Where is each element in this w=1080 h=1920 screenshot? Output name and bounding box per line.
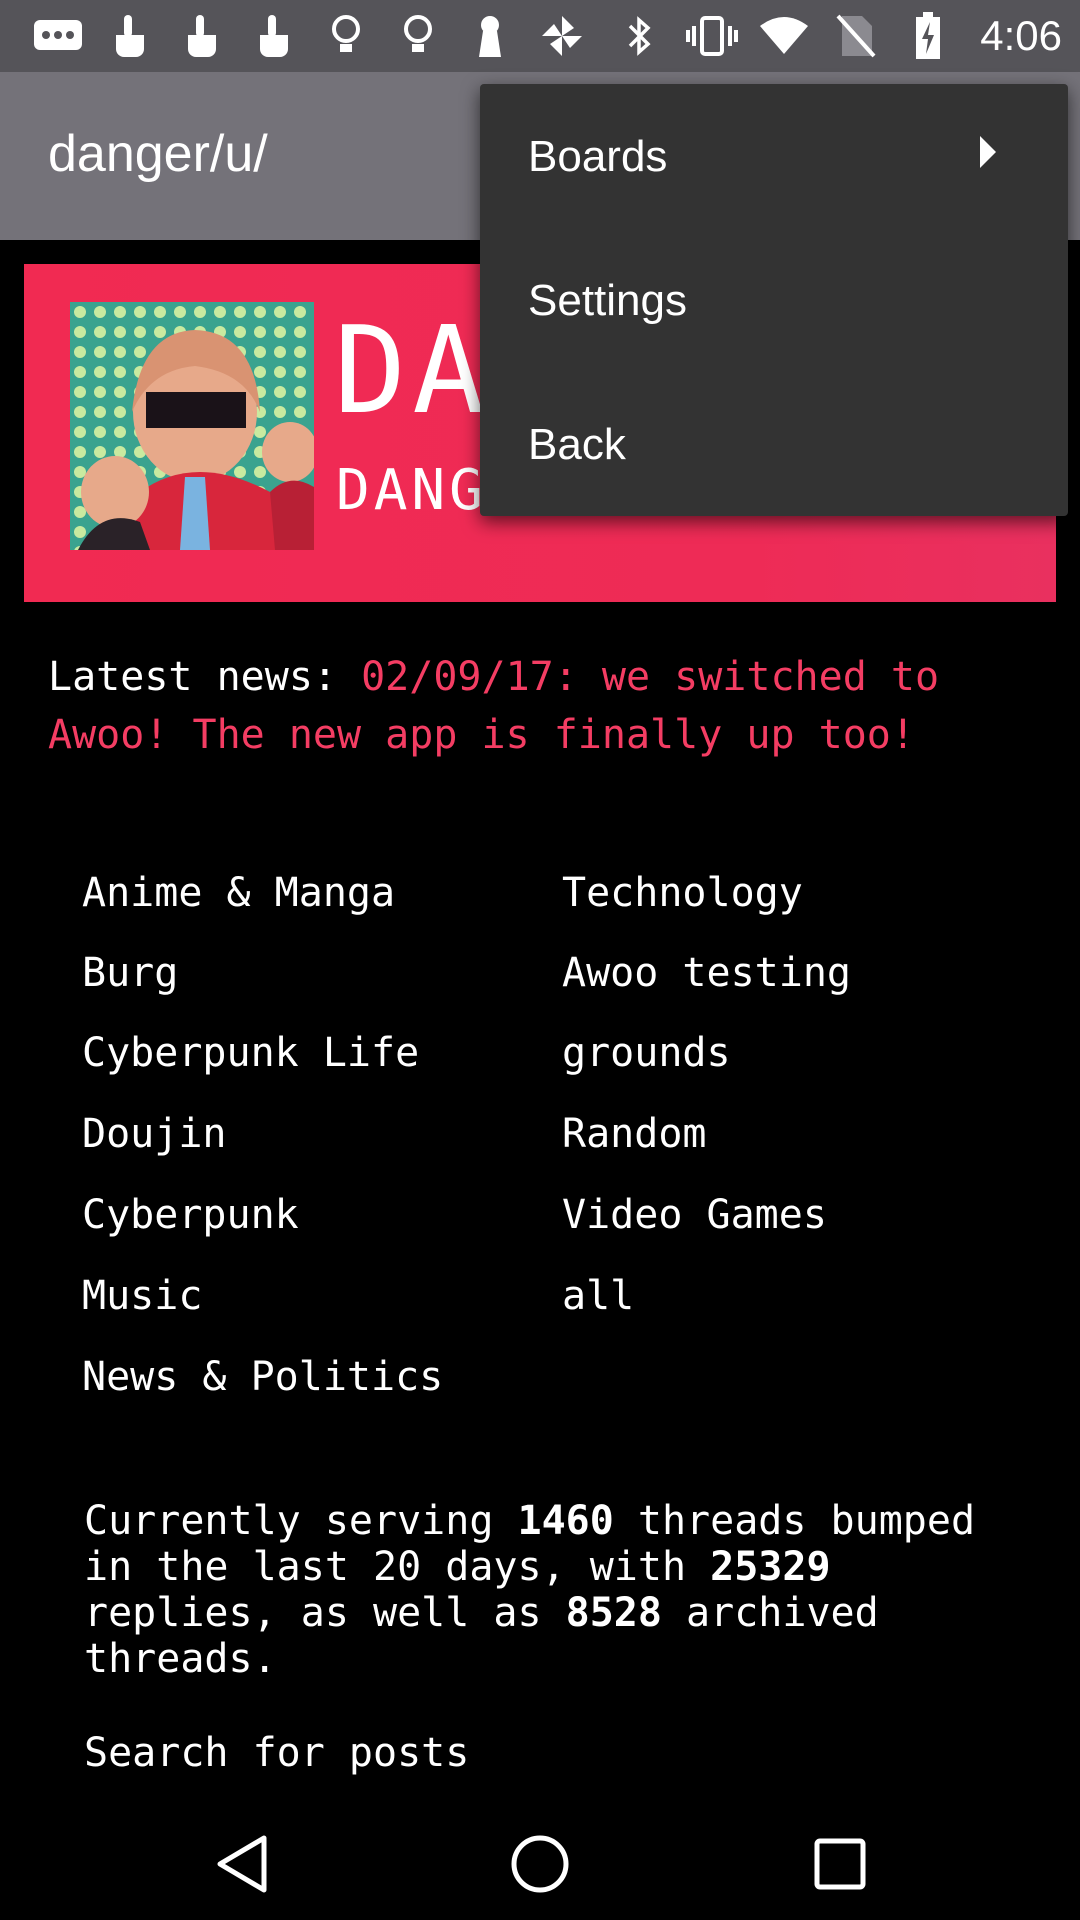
recents-icon[interactable] <box>780 1822 900 1906</box>
menu-item-settings[interactable]: Settings <box>480 228 1068 372</box>
archived-count: 8528 <box>565 1590 662 1636</box>
home-icon[interactable] <box>480 1822 600 1906</box>
menu-item-label: Back <box>528 420 626 469</box>
keyhole-icon <box>454 0 526 72</box>
board-link[interactable]: Random <box>562 1111 707 1157</box>
menu-item-boards[interactable]: Boards <box>480 84 1068 228</box>
board-link[interactable]: News & Politics <box>82 1354 443 1400</box>
navigation-bar <box>0 1808 1080 1920</box>
search-posts-link[interactable]: Search for posts <box>84 1730 469 1776</box>
system-icons: 4:06 <box>604 0 1062 72</box>
overflow-menu: Boards Settings Back <box>480 84 1068 516</box>
thread-count: 1460 <box>517 1498 614 1544</box>
stats-text: Currently serving <box>84 1498 518 1544</box>
banner-title: DA <box>334 302 491 441</box>
mascot-image <box>70 302 318 550</box>
touch-icon <box>94 0 166 72</box>
vibrate-icon <box>676 0 748 72</box>
menu-item-label: Boards <box>528 132 668 181</box>
menu-item-label: Settings <box>528 276 687 325</box>
touch-icon <box>238 0 310 72</box>
status-bar: 4:06 <box>0 0 1080 72</box>
site-stats: Currently serving 1460 threads bumped in… <box>84 1498 1024 1682</box>
board-link[interactable]: Video Games <box>562 1192 827 1238</box>
bluetooth-icon <box>604 0 676 72</box>
pinwheel-icon <box>526 0 598 72</box>
no-sim-icon <box>820 0 892 72</box>
stats-text: replies, as well as <box>84 1590 566 1636</box>
board-link[interactable]: Awoo testing <box>562 950 851 996</box>
reply-count: 25329 <box>710 1544 831 1590</box>
banner-subtitle: DANG <box>336 458 487 523</box>
bulb-icon <box>382 0 454 72</box>
bulb-icon <box>310 0 382 72</box>
battery-charging-icon <box>892 0 964 72</box>
latest-news: Latest news: 02/09/17: we switched to Aw… <box>48 648 1058 764</box>
submenu-arrow-icon <box>980 136 996 168</box>
touch-icon <box>166 0 238 72</box>
board-link[interactable]: all <box>562 1273 634 1319</box>
board-link[interactable]: Burg <box>82 950 178 996</box>
back-icon[interactable] <box>182 1822 302 1906</box>
news-label: Latest news: <box>48 654 337 700</box>
menu-item-back[interactable]: Back <box>480 372 1068 516</box>
board-link[interactable]: Cyberpunk Life <box>82 1030 419 1076</box>
board-link[interactable]: grounds <box>562 1030 731 1076</box>
board-link[interactable]: Music <box>82 1273 202 1319</box>
board-link[interactable]: Technology <box>562 870 803 916</box>
wifi-icon <box>748 0 820 72</box>
board-link[interactable]: Cyberpunk <box>82 1192 299 1238</box>
page-title: danger/u/ <box>48 125 268 183</box>
notification-icons <box>22 0 598 72</box>
board-link[interactable]: Doujin <box>82 1111 227 1157</box>
clock: 4:06 <box>980 12 1062 59</box>
board-link[interactable]: Anime & Manga <box>82 870 395 916</box>
chat-icon <box>22 0 94 72</box>
